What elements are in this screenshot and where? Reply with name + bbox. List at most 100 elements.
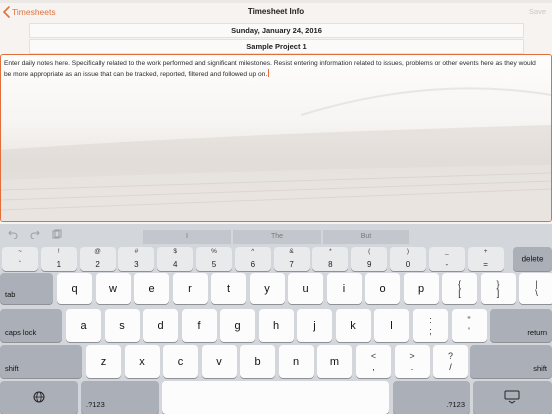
key-symbol: - bbox=[445, 260, 449, 269]
key-letter: i bbox=[342, 282, 346, 295]
key-letter: c bbox=[177, 355, 184, 368]
project-field[interactable]: Sample Project 1 bbox=[29, 39, 524, 54]
text-cursor bbox=[268, 68, 270, 77]
key-shift-symbol: ) bbox=[406, 248, 410, 255]
number-key-10[interactable]: ) 0 bbox=[390, 247, 426, 271]
key-letter: d bbox=[157, 319, 164, 332]
space-bar[interactable] bbox=[162, 381, 389, 414]
symbol-key-r3-2[interactable]: ? / bbox=[433, 345, 468, 378]
keyboard-dismiss-icon bbox=[504, 390, 520, 404]
notes-textarea[interactable]: Enter daily notes here. Specifically rel… bbox=[0, 54, 552, 222]
key-u[interactable]: u bbox=[288, 273, 323, 304]
key-symbol: . bbox=[410, 362, 414, 372]
shift-right-key[interactable]: shift bbox=[470, 345, 552, 378]
key-shift-symbol: * bbox=[329, 248, 332, 255]
key-n[interactable]: n bbox=[278, 345, 314, 378]
number-key-8[interactable]: * 8 bbox=[312, 247, 349, 271]
number-key-11[interactable]: _ - bbox=[428, 247, 465, 271]
key-letter: l bbox=[390, 319, 393, 332]
undo-icon[interactable] bbox=[8, 229, 18, 239]
symbol-key-r1-2[interactable]: | \ bbox=[519, 273, 552, 304]
key-shift-symbol: # bbox=[134, 248, 139, 255]
redo-icon[interactable] bbox=[30, 229, 40, 239]
navigation-bar: Timesheets Timesheet Info Save bbox=[0, 3, 552, 22]
key-symbol: , bbox=[372, 362, 375, 372]
number-key-6[interactable]: ^ 6 bbox=[234, 247, 271, 271]
symbol-key-r1-1[interactable]: }] bbox=[480, 273, 516, 304]
key-symbol: \ bbox=[535, 288, 538, 298]
tab-key[interactable]: tab bbox=[0, 273, 53, 304]
key-l[interactable]: l bbox=[374, 309, 409, 342]
symbol-key-r3-0[interactable]: <, bbox=[356, 345, 391, 378]
number-key-2[interactable]: @2 bbox=[79, 247, 116, 271]
key-i[interactable]: i bbox=[326, 273, 362, 304]
suggestion-3[interactable]: But bbox=[323, 230, 409, 244]
number-key-1[interactable]: ! 1 bbox=[40, 247, 77, 271]
suggestion-2[interactable]: The bbox=[233, 230, 321, 244]
key-t[interactable]: t bbox=[211, 273, 246, 304]
key-c[interactable]: c bbox=[163, 345, 198, 378]
key-letter: q bbox=[71, 282, 78, 295]
save-button[interactable]: Save bbox=[529, 7, 546, 16]
paste-icon[interactable] bbox=[52, 229, 62, 239]
key-letter: p bbox=[417, 282, 425, 295]
symbol-key-r2-1[interactable]: " ' bbox=[451, 309, 487, 342]
key-q[interactable]: q bbox=[57, 273, 92, 304]
key-s[interactable]: s bbox=[104, 309, 140, 342]
return-key[interactable]: return bbox=[490, 309, 552, 342]
key-letter: n bbox=[292, 355, 300, 368]
key-o[interactable]: o bbox=[365, 273, 400, 304]
key-j[interactable]: j bbox=[297, 309, 332, 342]
key-k[interactable]: k bbox=[335, 309, 371, 342]
key-shift-symbol: + bbox=[483, 248, 488, 255]
keyboard-toolbar: I The But bbox=[0, 224, 552, 246]
page-title: Timesheet Info bbox=[247, 7, 305, 16]
shift-left-key[interactable]: shift bbox=[0, 345, 82, 378]
key-symbol: 2 bbox=[95, 260, 100, 269]
number-key-9[interactable]: (9 bbox=[351, 247, 388, 271]
key-h[interactable]: h bbox=[258, 309, 294, 342]
key-shift-symbol: $ bbox=[173, 248, 177, 255]
date-field[interactable]: Sunday, January 24, 2016 bbox=[29, 23, 524, 38]
key-symbol: ` bbox=[18, 260, 22, 269]
key-y[interactable]: y bbox=[249, 273, 285, 304]
emoji-key[interactable] bbox=[0, 381, 78, 414]
key-z[interactable]: z bbox=[86, 345, 121, 378]
symbol-key-r2-0[interactable]: :; bbox=[413, 309, 448, 342]
key-a[interactable]: a bbox=[66, 309, 101, 342]
key-v[interactable]: v bbox=[201, 345, 237, 378]
key-symbol: 0 bbox=[405, 260, 411, 269]
delete-key[interactable]: delete bbox=[513, 247, 552, 271]
key-m[interactable]: m bbox=[317, 345, 352, 378]
key-g[interactable]: g bbox=[220, 309, 255, 342]
number-key-5[interactable]: % 5 bbox=[196, 247, 232, 271]
numbers-key-right[interactable]: .?123 bbox=[393, 381, 470, 414]
key-e[interactable]: e bbox=[134, 273, 169, 304]
key-w[interactable]: w bbox=[95, 273, 131, 304]
symbol-key-r3-1[interactable]: >. bbox=[394, 345, 430, 378]
number-key-12[interactable]: + = bbox=[467, 247, 504, 271]
key-symbol: 1 bbox=[56, 260, 62, 269]
key-p[interactable]: p bbox=[403, 273, 439, 304]
key-shift-symbol: " bbox=[467, 315, 471, 325]
key-b[interactable]: b bbox=[240, 345, 275, 378]
key-symbol: 6 bbox=[250, 260, 256, 269]
key-d[interactable]: d bbox=[143, 309, 178, 342]
suggestion-1[interactable]: I bbox=[143, 230, 231, 244]
numbers-key-left[interactable]: .?123 bbox=[81, 381, 159, 414]
keyboard-dismiss-key[interactable] bbox=[473, 381, 552, 414]
caps-lock-key[interactable]: caps lock bbox=[0, 309, 62, 342]
number-key-0[interactable]: ~ ` bbox=[2, 247, 38, 271]
key-shift-symbol: ~ bbox=[18, 248, 22, 255]
key-r[interactable]: r bbox=[172, 273, 208, 304]
number-key-3[interactable]: #3 bbox=[118, 247, 155, 271]
key-letter: t bbox=[226, 282, 231, 295]
key-symbol: [ bbox=[458, 288, 461, 298]
key-letter: x bbox=[139, 355, 145, 368]
key-x[interactable]: x bbox=[124, 345, 160, 378]
number-key-4[interactable]: $4 bbox=[157, 247, 194, 271]
key-f[interactable]: f bbox=[181, 309, 217, 342]
symbol-key-r1-0[interactable]: {[ bbox=[442, 273, 477, 304]
key-symbol: ] bbox=[496, 288, 500, 298]
number-key-7[interactable]: & 7 bbox=[273, 247, 310, 271]
